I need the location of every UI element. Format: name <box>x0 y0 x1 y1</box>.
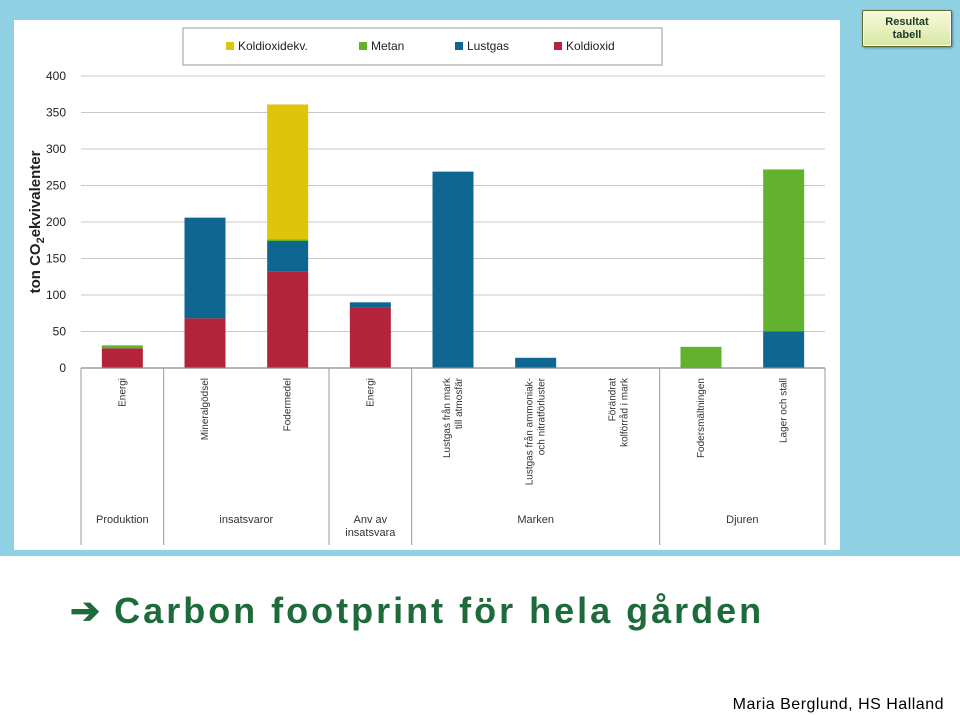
x-category-label: till atmosfär <box>454 377 465 429</box>
y-tick-label: 300 <box>46 142 66 156</box>
y-axis-label: ton CO2ekvivalenter <box>27 150 47 293</box>
bar-segment <box>184 318 226 368</box>
legend-swatch <box>226 42 234 50</box>
legend-label: Koldioxidekv. <box>238 39 308 53</box>
x-category-label: Förändrat <box>607 378 618 422</box>
y-tick-label: 250 <box>46 179 66 193</box>
x-category-label: kolförråd i mark <box>618 377 630 447</box>
result-table-button[interactable]: Resultat tabell <box>862 10 952 47</box>
legend-swatch <box>359 42 367 50</box>
x-category-label: och nitratförluster <box>537 377 548 455</box>
y-tick-label: 150 <box>46 252 66 266</box>
bar-segment <box>763 169 805 332</box>
bar-segment <box>267 240 309 272</box>
x-category-label: Lustgas från ammoniak- <box>524 378 536 485</box>
slide-title-text: Carbon footprint för hela gården <box>114 590 765 631</box>
bar-segment <box>267 271 309 368</box>
stacked-bar-chart: 0 50 100 150 200 250 300 350 400 ton CO2ekvivalen… <box>27 27 826 545</box>
x-category-label: Fodersmältningen <box>696 378 707 458</box>
arrow-right-icon: ➔ <box>70 590 101 631</box>
x-category-label: Lager och stall <box>779 378 790 443</box>
bar-segment <box>267 104 309 240</box>
bar-segment <box>349 302 391 308</box>
slide-title: ➔ Carbon footprint för hela gården <box>70 590 764 632</box>
chart-card: 0 50 100 150 200 250 300 350 400 ton CO2ekvivalen… <box>14 20 840 550</box>
x-category-label: Energi <box>365 378 376 407</box>
bar-segment <box>184 217 226 319</box>
group-label: Anv av <box>354 514 388 526</box>
author-credit: Maria Berglund, HS Halland <box>732 696 944 713</box>
bar-segment <box>267 239 309 241</box>
x-category-label: Energi <box>117 378 128 407</box>
bar-segment <box>349 307 391 368</box>
bar-segment <box>680 346 722 368</box>
bar-segment <box>432 171 474 368</box>
group-label: Produktion <box>96 514 149 526</box>
legend-swatch <box>554 42 562 50</box>
group-label: Marken <box>517 514 554 526</box>
legend-label: Koldioxid <box>566 39 615 53</box>
x-category-label: Mineralgödsel <box>200 378 211 440</box>
y-tick-label: 50 <box>53 325 67 339</box>
y-tick-label: 0 <box>59 361 66 375</box>
group-label: Djuren <box>726 514 758 526</box>
y-tick-label: 400 <box>46 69 66 83</box>
y-tick-label: 350 <box>46 106 66 120</box>
bar-segment <box>101 348 143 368</box>
legend-label: Lustgas <box>467 39 509 53</box>
y-tick-label: 200 <box>46 215 66 229</box>
bar-segment <box>515 357 557 368</box>
bar-segment <box>763 331 805 368</box>
x-category-label: Lustgas från mark <box>441 377 453 458</box>
group-label: insatsvara <box>345 527 396 539</box>
x-category-label: Fodermedel <box>283 378 294 431</box>
legend-swatch <box>455 42 463 50</box>
bar-segment <box>101 345 143 349</box>
group-label: insatsvaror <box>219 514 273 526</box>
y-tick-label: 100 <box>46 288 66 302</box>
legend-label: Metan <box>371 39 404 53</box>
